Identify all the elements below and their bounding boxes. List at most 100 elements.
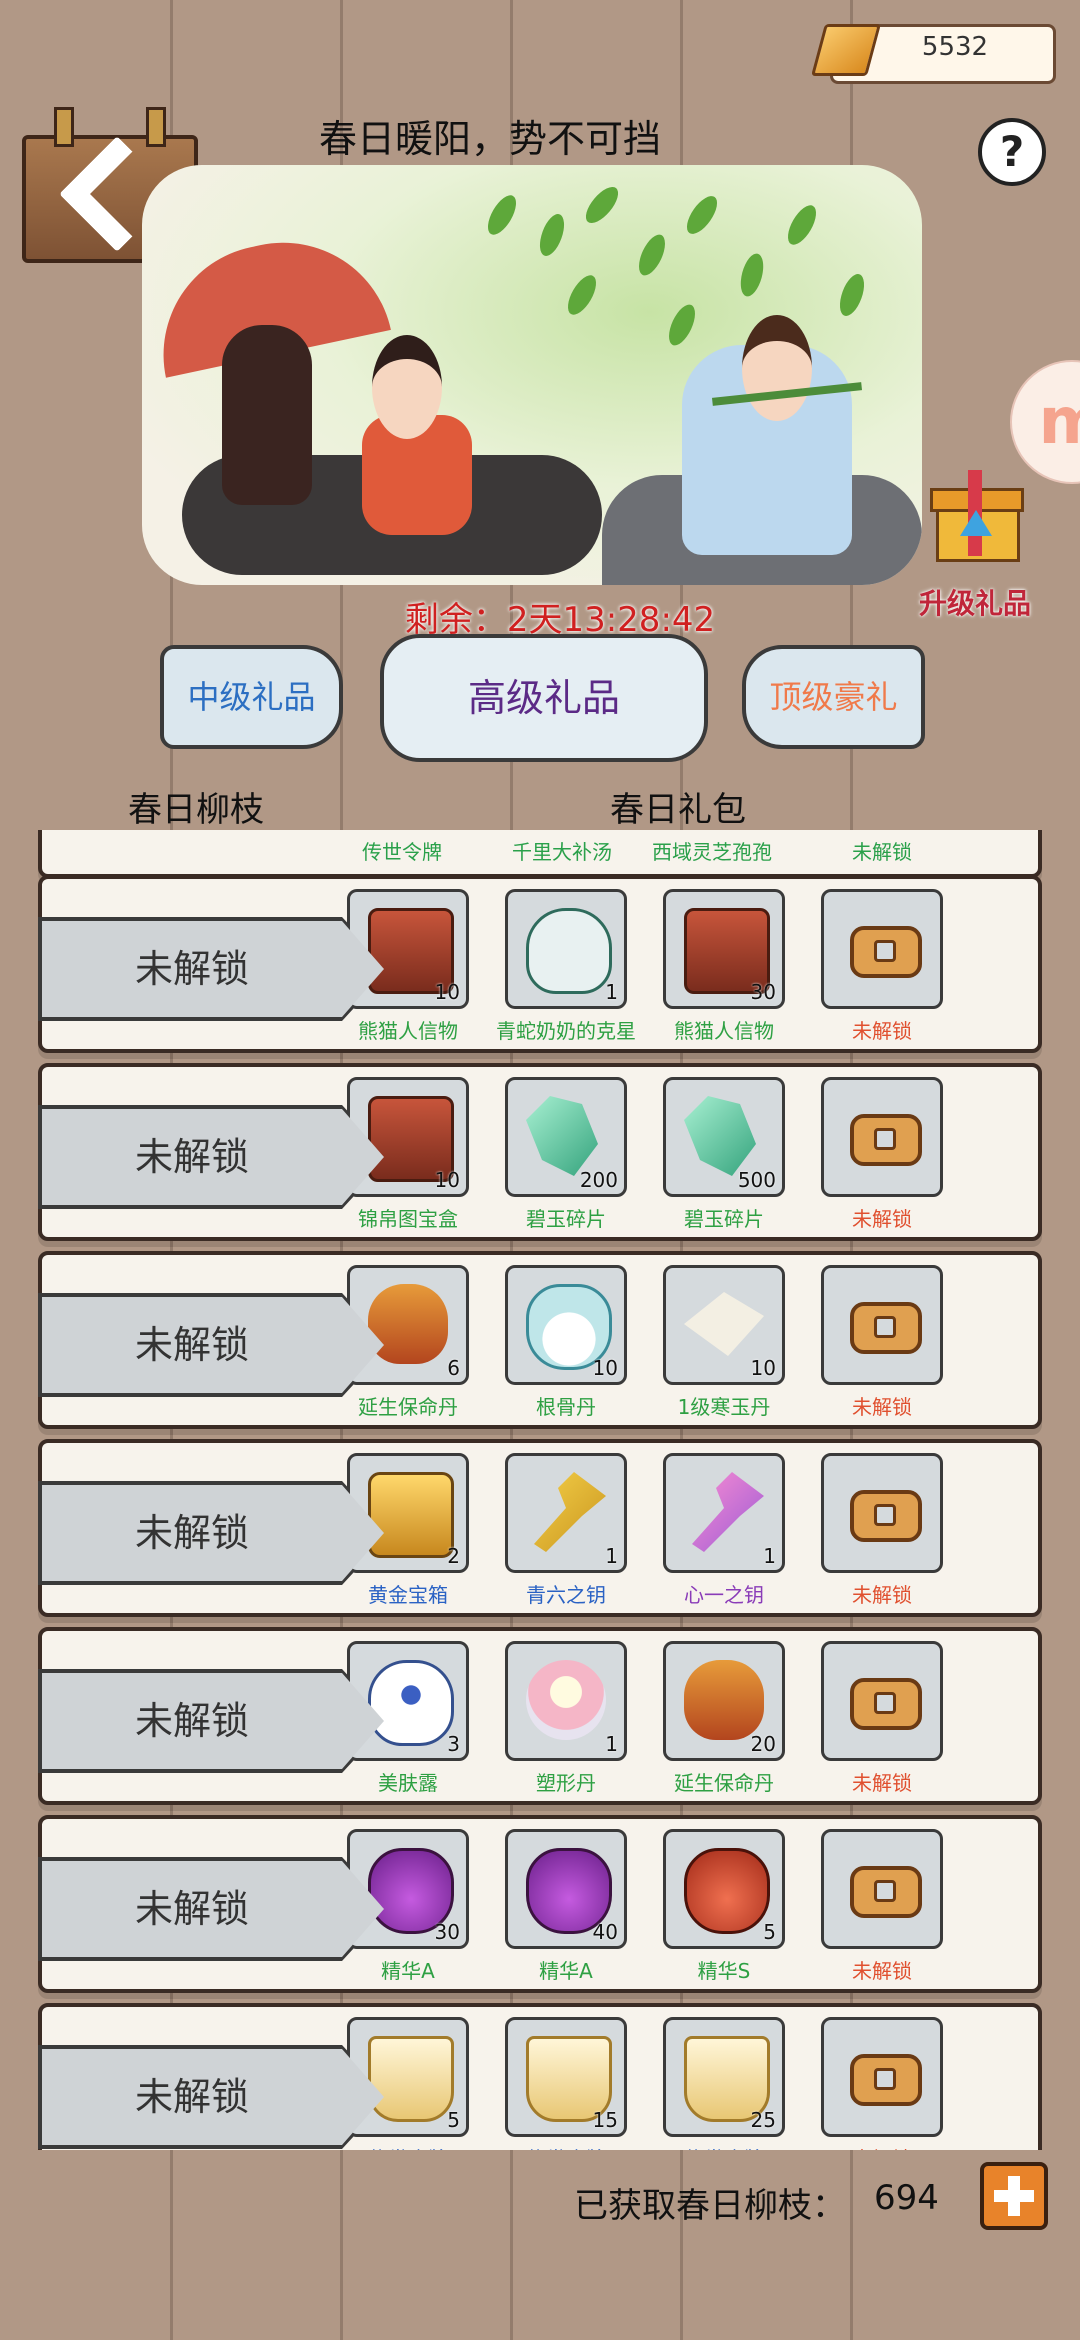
gold-value: 5532 [921,32,989,62]
item-name: 精华S [697,1959,751,1983]
unlock-status-label: 未解锁 [134,947,249,991]
item-name: 青六之钥 [526,1583,606,1607]
reward-item[interactable]: 1 塑形丹 [505,1641,627,1796]
item-name: 西域灵芝孢孢 [652,840,772,864]
reward-item[interactable]: 1 青蛇奶奶的克星 [496,889,636,1044]
jade-icon [526,1096,598,1176]
unlock-status-button[interactable]: 未解锁 [38,1669,390,1773]
lock-icon [850,1490,922,1542]
item-name: 碧玉碎片 [526,1207,606,1231]
reward-item[interactable]: 1 青六之钥 [505,1453,627,1608]
item-slot: 40 [505,1829,627,1949]
reward-list[interactable]: 传世令牌 千里大补汤 西域灵芝孢孢 未解锁 未解锁 10 熊猫人信物 1 青蛇奶奶的克星… [0,830,1080,2150]
reward-item[interactable]: 未解锁 [821,889,943,1044]
unlock-status-button[interactable]: 未解锁 [38,1293,390,1397]
unlock-status-label: 未解锁 [134,1323,249,1367]
up-arrow-icon [960,510,992,536]
unlock-status-label: 未解锁 [134,2075,249,2119]
unlock-status-button[interactable]: 未解锁 [38,1857,390,1961]
lock-icon [850,1114,922,1166]
reward-row: 未解锁 3 美肤露 1 塑形丹 20 延生保命丹 未解锁 [38,1627,1042,1805]
item-count: 1 [763,1544,776,1568]
lock-icon [850,1678,922,1730]
unlock-status-button[interactable]: 未解锁 [38,2045,390,2149]
reward-item[interactable]: 10 根骨丹 [505,1265,627,1420]
reward-item[interactable]: 未解锁 [821,1829,943,1984]
reward-item[interactable]: 20 延生保命丹 [663,1641,785,1796]
tab-mid-gift[interactable]: 中级礼品 [160,645,343,749]
column-label-gift-pack: 春日礼包 [610,790,746,830]
upgrade-gift-icon[interactable] [930,470,1024,562]
lock-icon [850,2054,922,2106]
reward-item[interactable]: 未解锁 [821,1453,943,1608]
reward-item[interactable]: 5 精华S [663,1829,785,1984]
item-count: 10 [750,1356,776,1380]
key-purple-icon [692,1472,764,1552]
unlock-status-button[interactable]: 未解锁 [38,917,390,1021]
item-slot: 1 [505,1453,627,1573]
lock-icon [850,1302,922,1354]
item-count: 30 [750,980,776,1004]
reward-item[interactable]: 200 碧玉碎片 [505,1077,627,1232]
item-slot [821,1077,943,1197]
unlock-status-label: 未解锁 [134,1699,249,1743]
floating-m-logo[interactable]: m [1010,360,1080,484]
reward-item[interactable]: 15传世令牌 [505,2017,627,2150]
flute-player-head [742,315,812,421]
collected-label: 已获取春日柳枝： [574,2186,846,2226]
reward-item[interactable]: 30 熊猫人信物 [663,889,785,1044]
item-count: 5 [447,2108,460,2132]
reward-item[interactable]: 未解锁 [821,1641,943,1796]
reward-item[interactable]: 未解锁 [821,1077,943,1232]
reward-item[interactable]: 未解锁 [821,2017,943,2150]
tab-top-gift[interactable]: 顶级豪礼 [742,645,925,749]
item-count: 1 [605,1544,618,1568]
item-name: 未解锁 [852,1959,912,1983]
willow-leaves [488,186,865,364]
item-slot: 20 [663,1641,785,1761]
reward-row: 未解锁 10 锦帛图宝盒 200 碧玉碎片 500 碧玉碎片 未解锁 [38,1063,1042,1241]
child-head [372,335,442,439]
item-count: 6 [447,1356,460,1380]
column-label-willow: 春日柳枝 [128,790,264,830]
item-name: 未解锁 [852,840,912,864]
item-slot [821,1829,943,1949]
item-slot: 15 [505,2017,627,2137]
reward-item[interactable]: 500 碧玉碎片 [663,1077,785,1232]
tab-high-gift[interactable]: 高级礼品 [380,634,708,762]
unlock-status-label: 未解锁 [134,1135,249,1179]
reward-item[interactable]: 10 1级寒玉丹 [663,1265,785,1420]
item-name: 传世令牌 [362,840,442,864]
add-button[interactable] [980,2162,1048,2230]
reward-row: 未解锁 10 熊猫人信物 1 青蛇奶奶的克星 30 熊猫人信物 未解锁 [38,875,1042,1053]
item-slot [821,1453,943,1573]
item-name: 熊猫人信物 [674,1019,774,1043]
reward-row: 未解锁 30 精华A 40 精华A 5 精华S 未解锁 [38,1815,1042,1993]
item-slot [821,2017,943,2137]
pot-red-icon [684,1848,770,1934]
girl-figure [222,325,312,505]
reward-item[interactable]: 40 精华A [505,1829,627,1984]
item-name: 锦帛图宝盒 [358,1207,458,1231]
item-name: 未解锁 [807,2143,957,2150]
item-name: 未解锁 [852,1583,912,1607]
unlock-status-button[interactable]: 未解锁 [38,1105,390,1209]
item-count: 10 [434,980,460,1004]
item-slot: 1 [505,1641,627,1761]
item-count: 200 [579,1168,618,1192]
item-count: 5 [763,1920,776,1944]
upgrade-gift-label[interactable]: 升级礼品 [900,582,1050,622]
item-slot: 500 [663,1077,785,1197]
item-slot: 5 [663,1829,785,1949]
unlock-status-label: 未解锁 [134,1511,249,1555]
lock-icon [850,1866,922,1918]
item-count: 3 [447,1732,460,1756]
help-button[interactable]: ? [978,118,1046,186]
item-name: 未解锁 [852,1395,912,1419]
unlock-status-button[interactable]: 未解锁 [38,1481,390,1585]
item-name: 心一之钥 [684,1583,764,1607]
reward-item[interactable]: 25传世令牌 [663,2017,785,2150]
item-slot [821,1641,943,1761]
reward-item[interactable]: 1 心一之钥 [663,1453,785,1608]
reward-item[interactable]: 未解锁 [821,1265,943,1420]
